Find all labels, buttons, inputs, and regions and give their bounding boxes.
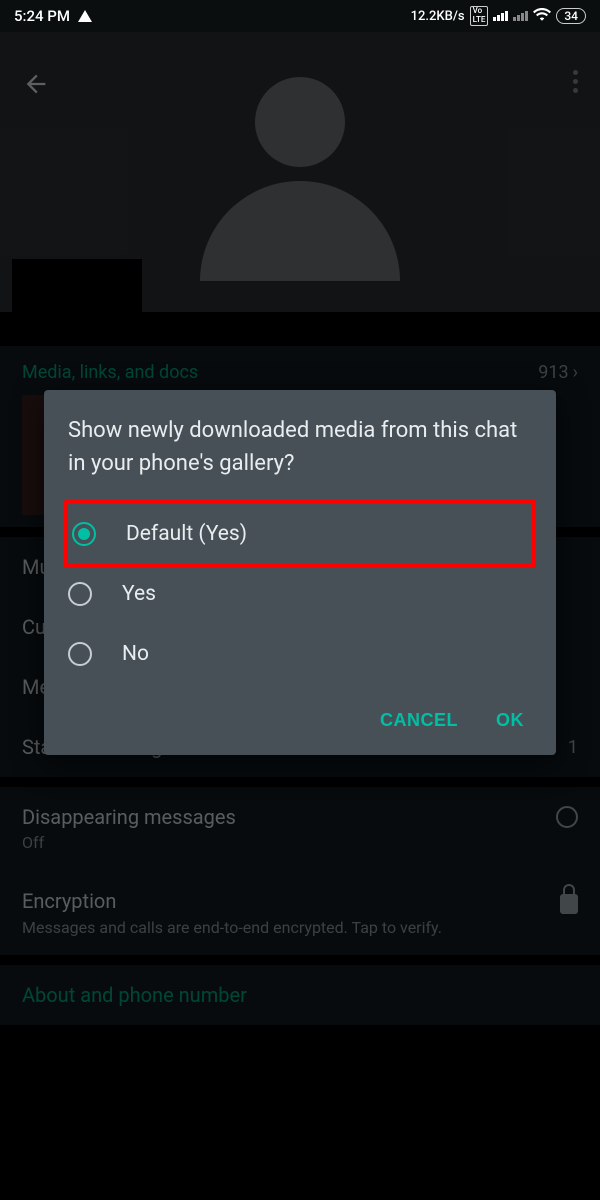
wifi-icon: [533, 7, 551, 25]
media-visibility-dialog: Show newly downloaded media from this ch…: [44, 390, 556, 755]
option-no-label: No: [122, 642, 149, 666]
signal-1-icon: [493, 11, 508, 21]
option-no[interactable]: No: [68, 624, 532, 684]
signal-2-icon: [513, 11, 528, 21]
radio-icon: [68, 582, 92, 606]
radio-selected-icon: [72, 522, 96, 546]
status-time: 5:24 PM: [14, 7, 70, 25]
dialog-title: Show newly downloaded media from this ch…: [68, 414, 532, 480]
data-rate: 12.2KB/s: [411, 9, 465, 24]
radio-icon: [68, 642, 92, 666]
battery-indicator: 34: [556, 8, 586, 24]
cancel-button[interactable]: CANCEL: [368, 698, 470, 743]
option-default-label: Default (Yes): [126, 522, 247, 546]
volte-icon: VoLTE: [470, 6, 489, 26]
ok-button[interactable]: OK: [488, 698, 532, 743]
status-bar: 5:24 PM 12.2KB/s VoLTE 34: [0, 0, 600, 32]
alert-icon: [78, 10, 92, 22]
option-yes[interactable]: Yes: [68, 564, 532, 624]
option-default[interactable]: Default (Yes): [64, 500, 536, 568]
option-yes-label: Yes: [122, 582, 156, 606]
